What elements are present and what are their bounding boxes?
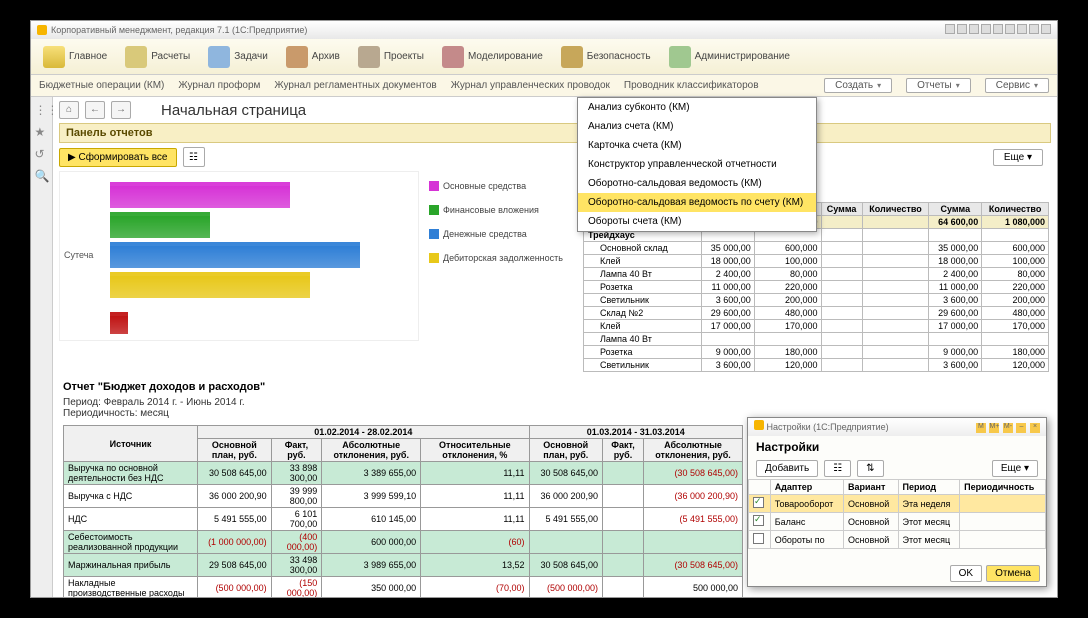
close-icon[interactable]: × [1030,423,1040,433]
cancel-button[interactable]: Отмена [986,565,1040,582]
main-toolbar: ГлавноеРасчетыЗадачиАрхивПроектыМоделиро… [31,39,1057,75]
chart-legend: Основные средства Финансовые вложения Дене… [429,171,563,341]
search-icon[interactable]: 🔍 [35,169,49,183]
toolbar-Расчеты[interactable]: Расчеты [117,44,198,70]
settings-row[interactable]: БалансОсновнойЭтот месяц [749,513,1046,531]
link[interactable]: Журнал регламентных документов [274,80,436,91]
link[interactable]: Проводник классификаторов [624,80,759,91]
page-title: Начальная страница [161,102,306,119]
report-period: Период: Февраль 2014 г. - Июнь 2014 г. [53,397,1057,408]
more-button[interactable]: Еще ▾ [993,149,1043,166]
m-icon[interactable]: M [976,423,986,433]
popup-icon-1[interactable]: ☷ [824,460,851,477]
toolbar-Архив[interactable]: Архив [278,44,348,70]
chart-bar [110,312,128,334]
dropdown-item[interactable]: Карточка счета (КМ) [578,136,816,155]
legend-item: Основные средства [429,181,563,191]
toolbar-Администрирование[interactable]: Администрирование [661,44,798,70]
chart-settings-button[interactable]: ☷ [183,147,205,167]
toolbar-Проекты[interactable]: Проекты [350,44,432,70]
grid-icon[interactable]: ⋮⋮ [35,103,49,117]
link[interactable]: Журнал проформ [178,80,260,91]
sub-toolbar: Бюджетные операции (КМ) Журнал проформ Жур… [31,75,1057,97]
settings-table[interactable]: АдаптерВариантПериодПериодичностьТовароо… [748,479,1046,549]
chart-axis-label: Сутеча [64,250,93,260]
Сервис-button[interactable]: Сервис ▾ [985,78,1049,93]
ok-button[interactable]: OK [950,565,982,582]
form-all-button[interactable]: ▶ Сформировать все [59,148,177,167]
popup-more-button[interactable]: Еще ▾ [992,460,1038,477]
Создать-button[interactable]: Создать ▾ [824,78,892,93]
popup-icon-2[interactable]: ⇅ [857,460,883,477]
legend-item: Финансовые вложения [429,205,563,215]
window-controls[interactable] [943,24,1051,36]
forward-button[interactable]: → [111,101,131,119]
bar-chart: Сутеча [59,171,419,341]
dropdown-item[interactable]: Обороты счета (КМ) [578,212,816,231]
chart-bar [110,182,290,208]
Отчеты-button[interactable]: Отчеты ▾ [906,78,971,93]
settings-row[interactable]: Обороты поОсновнойЭтот месяц [749,531,1046,549]
m-minus-icon[interactable]: M- [1003,423,1013,433]
add-button[interactable]: Добавить [756,460,818,477]
panel-header: Панель отчетов [59,123,1051,143]
dropdown-item[interactable]: Конструктор управленческой отчетности [578,155,816,174]
chart-bar [110,272,310,298]
history-icon[interactable]: ↺ [35,147,49,161]
legend-item: Дебиторская задолженность [429,253,563,263]
m-plus-icon[interactable]: M+ [989,423,999,433]
toolbar-Безопасность[interactable]: Безопасность [553,44,659,70]
toolbar-Главное[interactable]: Главное [35,44,115,70]
link[interactable]: Бюджетные операции (КМ) [39,80,164,91]
back-button[interactable]: ← [85,101,105,119]
dropdown-item[interactable]: Оборотно-сальдовая ведомость по счету (К… [578,193,816,212]
dropdown-item[interactable]: Оборотно-сальдовая ведомость (КМ) [578,174,816,193]
chart-bar [110,212,210,238]
settings-popup: Настройки (1С:Предприятие) M M+ M- – × Н… [747,417,1047,587]
settings-row[interactable]: ТоварооборотОсновнойЭта неделя [749,495,1046,513]
popup-heading: Настройки [748,436,1046,458]
titlebar: Корпоративный менеджмент, редакция 7.1 (… [31,21,1057,39]
app-icon [37,25,47,35]
legend-item: Денежные средства [429,229,563,239]
toolbar-Задачи[interactable]: Задачи [200,44,276,70]
toolbar-Моделирование[interactable]: Моделирование [434,44,551,70]
dropdown-item[interactable]: Анализ субконто (КМ) [578,98,816,117]
reports-dropdown[interactable]: Анализ субконто (КМ)Анализ счета (КМ)Кар… [577,97,817,232]
home-icon[interactable]: ⌂ [59,101,79,119]
dropdown-item[interactable]: Анализ счета (КМ) [578,117,816,136]
chart-bar [110,242,360,268]
vertical-toolbar[interactable]: ⋮⋮ ★ ↺ 🔍 [31,97,53,597]
link[interactable]: Журнал управленческих проводок [451,80,610,91]
report-title: Отчет "Бюджет доходов и расходов" [53,377,1057,397]
min-icon[interactable]: – [1016,423,1026,433]
star-icon[interactable]: ★ [35,125,49,139]
popup-window-controls[interactable]: M M+ M- – × [975,420,1040,434]
